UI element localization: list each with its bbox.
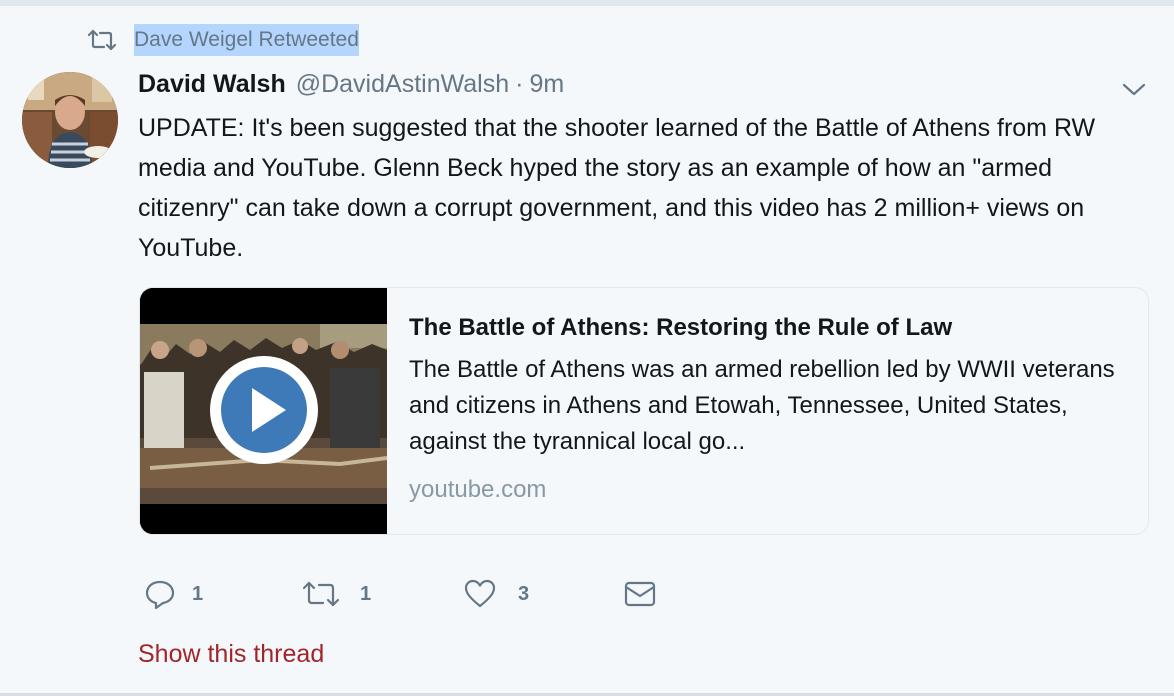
author-name[interactable]: David Walsh xyxy=(138,70,286,99)
reply-icon xyxy=(144,578,176,610)
separator-dot: · xyxy=(515,70,524,98)
user-avatar[interactable] xyxy=(22,72,118,168)
play-icon[interactable] xyxy=(210,356,318,464)
retweet-context-text[interactable]: Dave Weigel Retweeted xyxy=(134,24,359,56)
retweet-count: 1 xyxy=(360,582,372,605)
retweet-button[interactable]: 1 xyxy=(302,574,371,614)
reply-button[interactable]: 1 xyxy=(144,574,203,614)
like-count: 3 xyxy=(518,582,530,605)
reply-count: 1 xyxy=(192,582,204,605)
tweet-timestamp[interactable]: 9m xyxy=(529,70,564,99)
author-handle[interactable]: @DavidAstinWalsh xyxy=(296,70,509,99)
retweet-icon xyxy=(88,26,116,54)
card-body: The Battle of Athens: Restoring the Rule… xyxy=(387,288,1129,534)
card-description: The Battle of Athens was an armed rebell… xyxy=(409,356,1115,455)
tweet-text: UPDATE: It's been suggested that the sho… xyxy=(138,114,1096,262)
like-button[interactable]: 3 xyxy=(464,574,529,614)
retweet-context: Dave Weigel Retweeted xyxy=(88,24,359,56)
chevron-down-icon[interactable] xyxy=(1120,78,1148,100)
heart-icon xyxy=(464,579,496,609)
retweet-icon xyxy=(302,579,340,609)
show-thread-link[interactable]: Show this thread xyxy=(138,640,324,669)
envelope-icon xyxy=(624,580,656,608)
video-thumbnail[interactable] xyxy=(140,288,388,534)
top-divider xyxy=(0,0,1174,6)
link-card[interactable]: The Battle of Athens: Restoring the Rule… xyxy=(139,287,1149,535)
card-domain: youtube.com xyxy=(409,476,547,503)
direct-message-button[interactable] xyxy=(624,574,656,614)
card-title[interactable]: The Battle of Athens: Restoring the Rule… xyxy=(409,312,1129,344)
tweet-header: David Walsh @DavidAstinWalsh · 9m xyxy=(138,70,564,104)
